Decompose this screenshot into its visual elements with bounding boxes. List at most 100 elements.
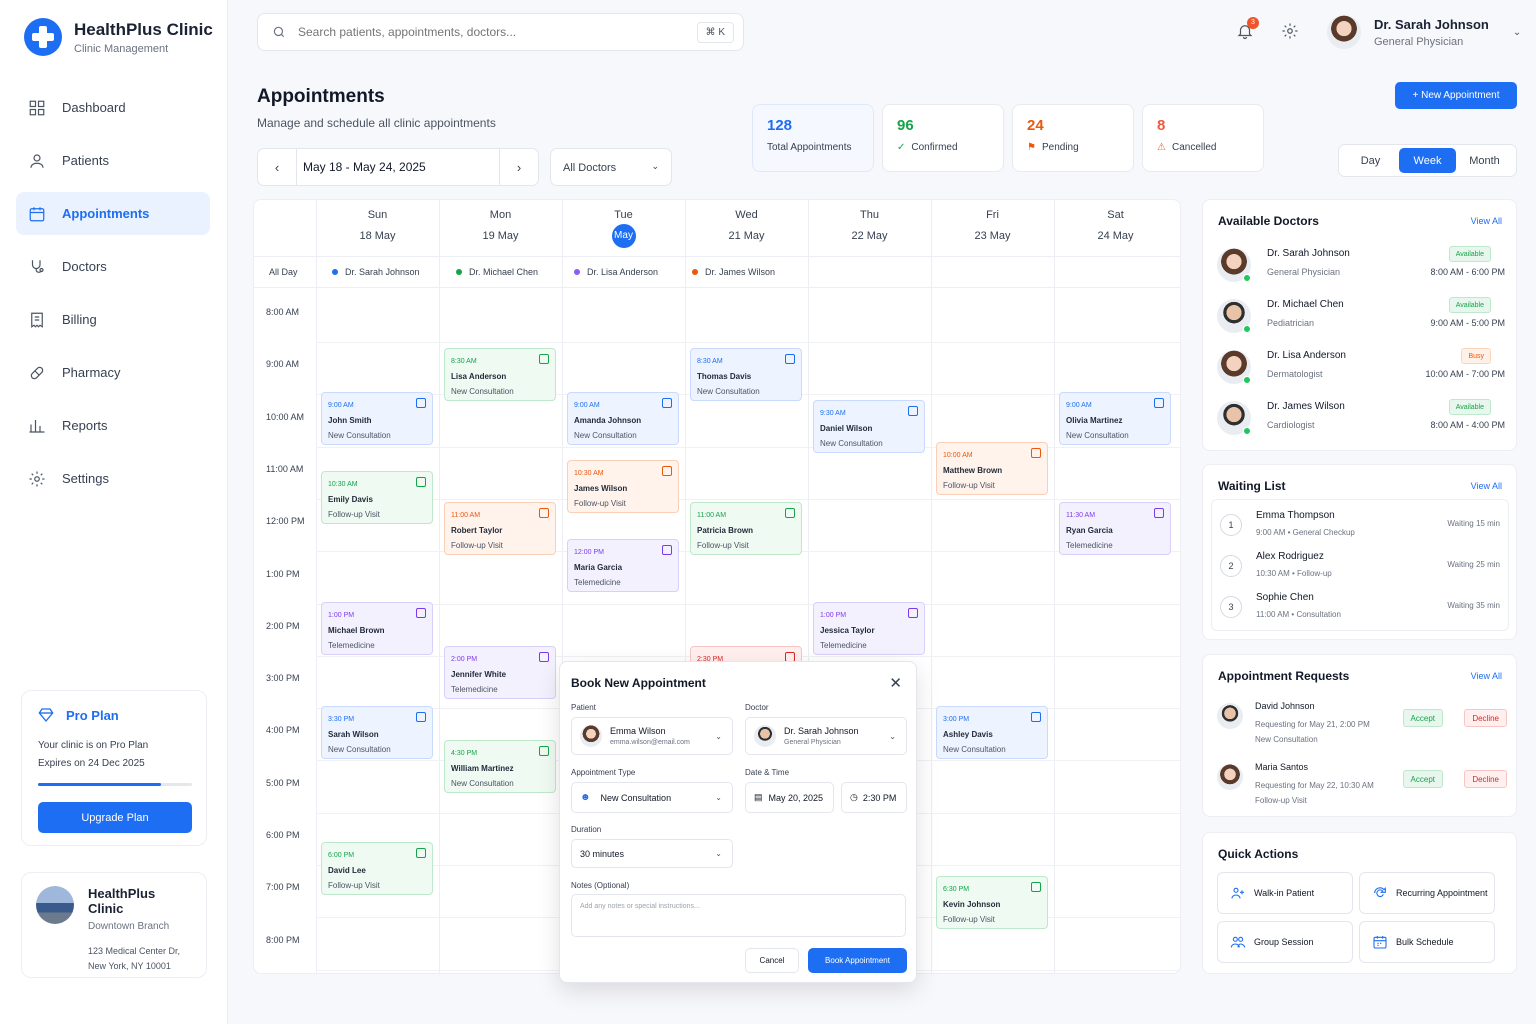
check-circle-icon: ✓ (897, 142, 906, 153)
appointment-card[interactable]: 3:30 PM Sarah Wilson New Consultation (321, 706, 433, 760)
search-input[interactable] (298, 25, 678, 39)
notifications-button[interactable]: 3 (1236, 17, 1259, 42)
quick-action-label: Bulk Schedule (1396, 937, 1454, 947)
stat-card[interactable]: 8 ⚠ Cancelled (1142, 104, 1264, 172)
doctor-row[interactable]: Dr. Michael Chen Pediatrician Available 9:0… (1217, 297, 1505, 337)
sidebar-item-dashboard[interactable]: Dashboard (16, 86, 210, 129)
appointment-card[interactable]: 9:00 AM Amanda Johnson New Consultation (567, 392, 679, 446)
quick-action-button[interactable]: Walk-in Patient (1217, 872, 1353, 914)
quick-action-label: Recurring Appointment (1396, 888, 1488, 898)
sidebar-item-label: Billing (62, 312, 97, 327)
appointment-card[interactable]: 9:00 AM Olivia Martinez New Consultation (1059, 392, 1171, 446)
accept-button[interactable]: Accept (1402, 770, 1443, 788)
view-month-tab[interactable]: Month (1456, 148, 1513, 173)
upgrade-plan-button[interactable]: Upgrade Plan (38, 802, 192, 833)
list-item[interactable]: 3 Sophie Chen 11:00 AM • Consultation Waiti… (1212, 588, 1510, 628)
view-all-link[interactable]: View All (1471, 481, 1502, 491)
avatar (1217, 299, 1251, 333)
time-input[interactable]: ◷ 2:30 PM (841, 782, 907, 813)
user-menu[interactable]: Dr. Sarah Johnson General Physician ⌄ (1327, 15, 1521, 49)
appointment-card[interactable]: 9:00 AM John Smith New Consultation (321, 392, 433, 446)
appointment-card[interactable]: 11:00 AM Patricia Brown Follow-up Visit (690, 502, 802, 556)
day-header[interactable]: Sun 18 May (316, 200, 439, 257)
appointment-card[interactable]: 2:00 PM Jennifer White Telemedicine (444, 645, 556, 699)
appointment-card[interactable]: 11:30 AM Ryan Garcia Telemedicine (1059, 502, 1171, 556)
appointment-card[interactable]: 6:00 PM David Lee Follow-up Visit (321, 842, 433, 896)
sidebar-item-settings[interactable]: Settings (16, 457, 210, 500)
appointment-card[interactable]: 3:00 PM Ashley Davis New Consultation (936, 706, 1048, 760)
book-appointment-button[interactable]: Book Appointment (808, 948, 907, 973)
sidebar-item-billing[interactable]: Billing (16, 298, 210, 341)
appointment-card[interactable]: 9:30 AM Daniel Wilson New Consultation (813, 400, 925, 454)
accept-button[interactable]: Accept (1402, 709, 1443, 727)
duration-select[interactable]: 30 minutes ⌄ (571, 839, 733, 868)
appointment-card[interactable]: 10:30 AM Emily Davis Follow-up Visit (321, 470, 433, 524)
notes-textarea[interactable]: Add any notes or special instructions... (571, 894, 906, 937)
appointment-card[interactable]: 10:30 AM James Wilson Follow-up Visit (567, 460, 679, 514)
date-range-label[interactable]: May 18 - May 24, 2025 (297, 160, 499, 174)
new-appointment-button[interactable]: + New Appointment (1395, 82, 1517, 109)
day-header[interactable]: Wed 21 May (685, 200, 808, 257)
view-day-tab[interactable]: Day (1342, 148, 1399, 173)
brand[interactable]: HealthPlus Clinic Clinic Management (24, 18, 213, 56)
day-date: 22 May (851, 230, 888, 242)
settings-button[interactable] (1281, 22, 1301, 42)
stat-label: ⚠ Cancelled (1157, 142, 1217, 153)
doctor-specialty: General Physician (1267, 267, 1341, 277)
day-header[interactable]: Thu 22 May (808, 200, 931, 257)
stat-card[interactable]: 24 ⚑ Pending (1012, 104, 1134, 172)
doctor-row[interactable]: Dr. Sarah Johnson General Physician Availa… (1217, 246, 1505, 286)
doctor-select[interactable]: Dr. Sarah Johnson General Physician ⌄ (745, 717, 907, 755)
appointment-card[interactable]: 1:00 PM Michael Brown Telemedicine (321, 601, 433, 655)
appointment-card[interactable]: 11:00 AM Robert Taylor Follow-up Visit (444, 502, 556, 556)
day-header[interactable]: Fri 23 May (931, 200, 1054, 257)
day-date: 18 May (359, 230, 396, 242)
appointment-card[interactable]: 12:00 PM Maria Garcia Telemedicine (567, 538, 679, 592)
appointment-type-select[interactable]: ☻ New Consultation ⌄ (571, 782, 733, 813)
sidebar-item-doctors[interactable]: Doctors (16, 245, 210, 288)
chevron-left-icon[interactable]: ‹ (258, 160, 296, 175)
sidebar-item-appointments[interactable]: Appointments (16, 192, 210, 235)
user-role: General Physician (1374, 35, 1464, 48)
patient-name: Alex Rodriguez (1256, 551, 1324, 562)
day-header[interactable]: Tue May (562, 200, 685, 257)
day-header[interactable]: Sat 24 May (1054, 200, 1177, 257)
time-label: 12:00 PM (266, 516, 305, 527)
appointment-card[interactable]: 1:00 PM Jessica Taylor Telemedicine (813, 601, 925, 655)
online-status-dot (1243, 376, 1251, 384)
panel-title: Appointment Requests (1218, 669, 1350, 683)
quick-action-button[interactable]: Group Session (1217, 921, 1353, 963)
patient-select[interactable]: Emma Wilson emma.wilson@email.com ⌄ (571, 717, 733, 755)
list-item[interactable]: 2 Alex Rodriguez 10:30 AM • Follow-up Waiti… (1212, 547, 1510, 587)
view-all-link[interactable]: View All (1471, 671, 1502, 681)
stat-card[interactable]: 96 ✓ Confirmed (882, 104, 1004, 172)
date-input[interactable]: ▤ May 20, 2025 (745, 782, 834, 813)
stat-card[interactable]: 128 Total Appointments (752, 104, 874, 172)
view-all-link[interactable]: View All (1471, 216, 1502, 226)
close-icon[interactable]: ✕ (889, 674, 902, 692)
day-header[interactable]: Mon 19 May (439, 200, 562, 257)
appointment-card[interactable]: 6:30 PM Kevin Johnson Follow-up Visit (936, 876, 1048, 930)
clinic-card[interactable]: HealthPlus Clinic Downtown Branch 123 Me… (21, 872, 207, 978)
quick-action-button[interactable]: Recurring Appointment (1359, 872, 1495, 914)
appointment-card[interactable]: 8:30 AM Thomas Davis New Consultation (690, 347, 802, 401)
sidebar-item-reports[interactable]: Reports (16, 404, 210, 447)
appointment-time: 3:00 PM (943, 716, 970, 724)
appointment-card[interactable]: 4:30 PM William Martinez New Consultation (444, 740, 556, 794)
sidebar-item-patients[interactable]: Patients (16, 139, 210, 182)
search-bar[interactable]: ⌘ K (257, 13, 744, 51)
decline-button[interactable]: Decline (1464, 709, 1507, 727)
decline-button[interactable]: Decline (1464, 770, 1507, 788)
doctor-row[interactable]: Dr. Lisa Anderson Dermatologist Busy 10:00 … (1217, 348, 1505, 388)
quick-action-button[interactable]: Bulk Schedule (1359, 921, 1495, 963)
doctor-filter-select[interactable]: All Doctors ⌄ (550, 148, 672, 186)
cancel-button[interactable]: Cancel (745, 948, 799, 973)
appointment-meta: 11:00 AM • Consultation (1256, 610, 1341, 619)
list-item[interactable]: 1 Emma Thompson 9:00 AM • General Checkup W… (1212, 506, 1510, 546)
appointment-card[interactable]: 10:00 AM Matthew Brown Follow-up Visit (936, 441, 1048, 495)
view-week-tab[interactable]: Week (1399, 148, 1456, 173)
sidebar-item-pharmacy[interactable]: Pharmacy (16, 351, 210, 394)
doctor-row[interactable]: Dr. James Wilson Cardiologist Available 8:0… (1217, 399, 1505, 439)
appointment-card[interactable]: 8:30 AM Lisa Anderson New Consultation (444, 347, 556, 401)
chevron-right-icon[interactable]: › (500, 160, 538, 175)
